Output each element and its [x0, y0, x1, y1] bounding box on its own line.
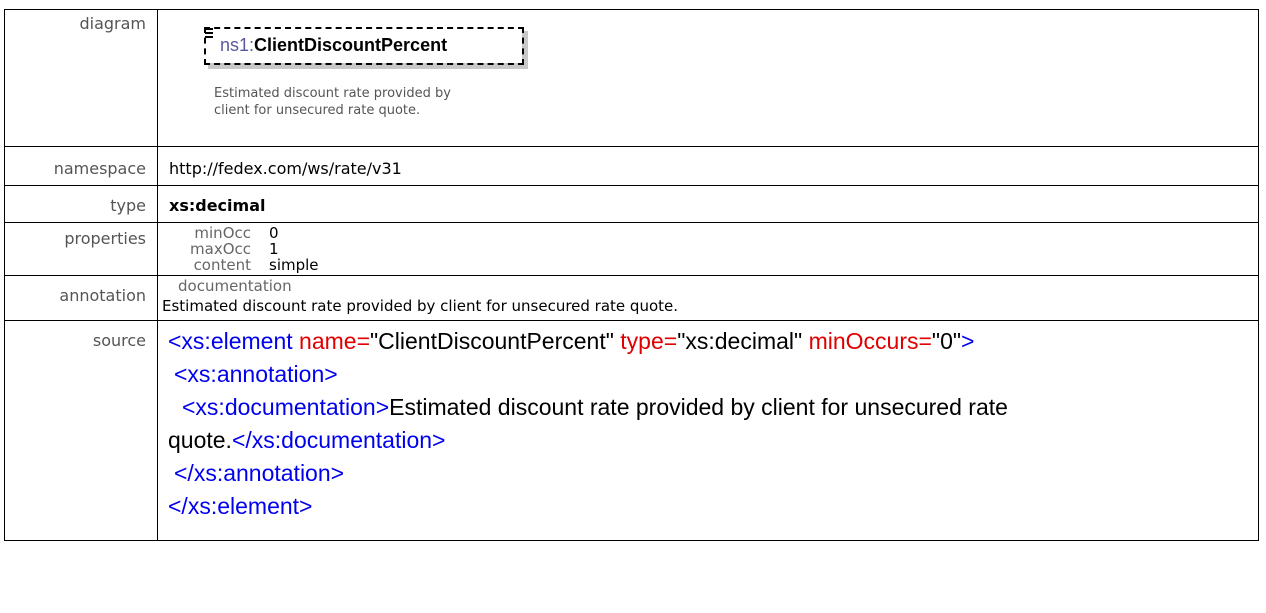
namespace-label: namespace	[4, 146, 158, 186]
property-key: maxOcc	[190, 240, 251, 258]
property-row: content simple	[158, 257, 1258, 273]
list-icon	[205, 28, 213, 40]
element-diagram: ns1:ClientDiscountPercent Estimated disc…	[169, 10, 1258, 146]
property-value: simple	[269, 256, 319, 274]
properties-row: properties minOcc 0 maxOcc 1 content simple	[4, 222, 1259, 276]
property-row: maxOcc 1	[158, 241, 1258, 257]
source-label: source	[4, 320, 158, 541]
diagram-documentation: Estimated discount rate provided by clie…	[214, 85, 454, 119]
element-box[interactable]: ns1:ClientDiscountPercent	[204, 27, 524, 65]
property-value: 1	[269, 240, 279, 258]
namespace-row: namespace http://fedex.com/ws/rate/v31	[4, 146, 1259, 186]
source-line-1: <xs:element name="ClientDiscountPercent"…	[168, 328, 975, 354]
annotation-text: Estimated discount rate provided by clie…	[162, 297, 679, 315]
annotation-row: annotation documentation Estimated disco…	[4, 275, 1259, 321]
source-line-5: </xs:annotation>	[174, 460, 345, 486]
property-key: minOcc	[194, 224, 251, 242]
diagram-row: diagram ns1:ClientDiscountPercent Estima…	[4, 9, 1259, 147]
property-value: 0	[269, 224, 279, 242]
type-label: type	[4, 185, 158, 223]
element-doc-table: diagram ns1:ClientDiscountPercent Estima…	[4, 9, 1259, 541]
element-name: ClientDiscountPercent	[254, 35, 448, 55]
source-line-3: <xs:documentation>Estimated discount rat…	[182, 394, 1008, 420]
element-prefix: ns1:	[220, 35, 255, 55]
type-row: type xs:decimal	[4, 185, 1259, 223]
source-line-2: <xs:annotation>	[174, 361, 338, 387]
diagram-cell: ns1:ClientDiscountPercent Estimated disc…	[157, 9, 1259, 147]
diagram-label: diagram	[4, 9, 158, 147]
properties-label: properties	[4, 222, 158, 276]
property-row: minOcc 0	[158, 225, 1258, 241]
namespace-value: http://fedex.com/ws/rate/v31	[169, 159, 402, 178]
property-key: content	[193, 256, 251, 274]
annotation-key: documentation	[178, 277, 292, 295]
source-row: source <xs:element name="ClientDiscountP…	[4, 320, 1259, 541]
annotation-label: annotation	[4, 275, 158, 321]
source-line-6: </xs:element>	[168, 493, 313, 519]
type-value[interactable]: xs:decimal	[169, 186, 1258, 215]
diagram-doc-line-1: Estimated discount rate provided by	[214, 86, 451, 101]
source-line-4: quote.</xs:documentation>	[168, 427, 446, 453]
properties-list: minOcc 0 maxOcc 1 content simple	[158, 225, 1258, 273]
diagram-doc-line-2: client for unsecured rate quote.	[214, 103, 421, 118]
source-code: <xs:element name="ClientDiscountPercent"…	[168, 321, 1258, 523]
